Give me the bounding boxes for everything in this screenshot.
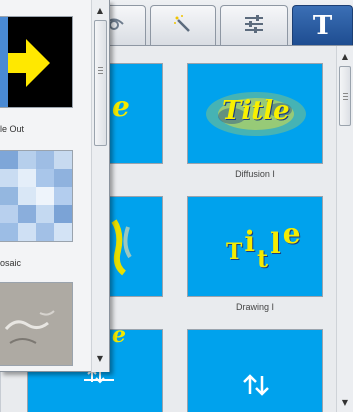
- caption-drawing: Drawing I: [235, 302, 274, 312]
- transition-thumbnail-fade-out[interactable]: [0, 16, 73, 108]
- sliders-icon: [243, 14, 265, 37]
- title-t-icon: T: [312, 10, 333, 41]
- scroll-up-arrow-icon[interactable]: ▲: [337, 48, 353, 64]
- overlay-scroll-up-arrow-icon[interactable]: ▲: [92, 2, 108, 18]
- drawing-title-glyphs: Title: [226, 217, 303, 273]
- transition-thumbnail-emboss[interactable]: [0, 282, 73, 366]
- transition-panel-scrollbar-thumb[interactable]: [94, 20, 107, 146]
- title-thumbnail-diffusion[interactable]: Title: [187, 63, 323, 164]
- swap-arrows-icon: [243, 374, 269, 396]
- overlay-scroll-down-arrow-icon[interactable]: ▼: [92, 350, 108, 366]
- transition-panel-scrollbar[interactable]: ▲ ▼: [91, 0, 109, 372]
- tab-title[interactable]: T: [292, 5, 353, 45]
- scroll-down-arrow-icon[interactable]: ▼: [337, 394, 353, 410]
- transition-label-mosaic: osaic: [0, 258, 22, 268]
- tab-sliders[interactable]: [220, 5, 288, 45]
- caption-diffusion: Diffusion I: [235, 169, 275, 179]
- magic-wand-icon: [173, 14, 193, 38]
- gallery-scrollbar-thumb[interactable]: [339, 66, 351, 126]
- transition-picker-panel: le Out osaic ▲ ▼: [0, 0, 110, 372]
- tab-magic-wand[interactable]: [150, 5, 216, 45]
- transition-thumbnail-mosaic[interactable]: [0, 150, 73, 242]
- title-thumbnail-right-3[interactable]: [187, 329, 323, 412]
- title-thumbnail-drawing[interactable]: Title: [187, 196, 323, 297]
- diffusion-title-text: Title: [222, 96, 290, 126]
- transition-label-fade-out: le Out: [0, 124, 25, 134]
- gallery-scrollbar[interactable]: ▲ ▼: [336, 46, 353, 412]
